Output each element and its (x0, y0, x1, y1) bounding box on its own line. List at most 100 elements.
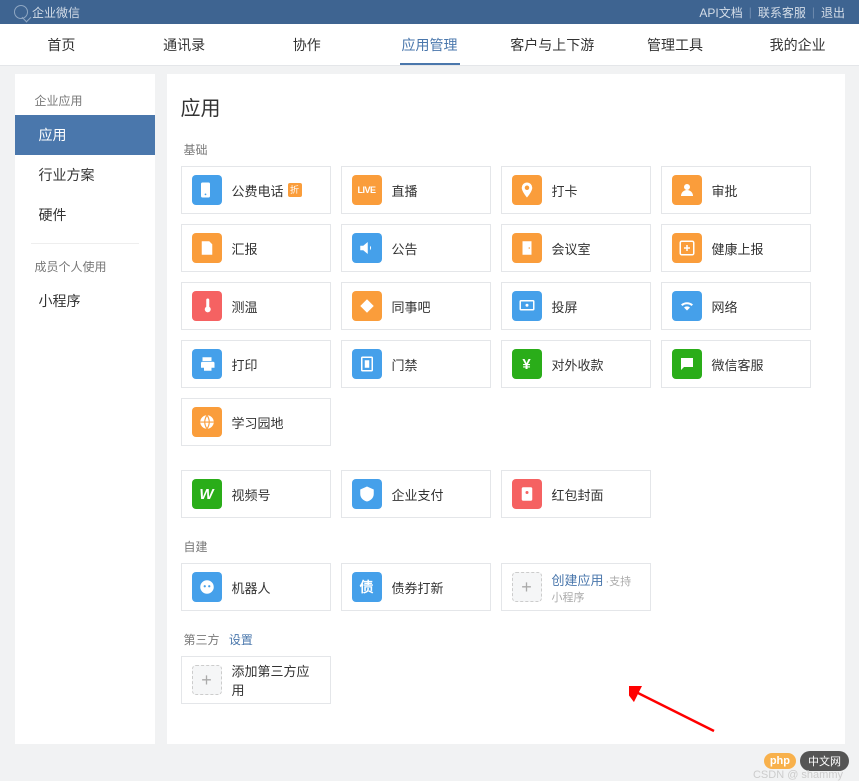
user-icon (672, 175, 702, 205)
nav-tab[interactable]: 协作 (245, 24, 368, 65)
logout-link[interactable]: 退出 (821, 4, 845, 21)
third-config-link[interactable]: 设置 (229, 633, 253, 647)
app-card[interactable]: 测温 (181, 282, 331, 330)
sidebar-item[interactable]: 行业方案 (15, 155, 155, 195)
sidebar-item[interactable]: 应用 (15, 115, 155, 155)
thermo-icon (192, 291, 222, 321)
csdn-credit: CSDN @ shammy (753, 769, 843, 781)
brand: 企业微信 (14, 4, 80, 21)
app-label: 汇报 (232, 239, 258, 258)
separator: | (812, 5, 815, 19)
section-label-third: 第三方 设置 (184, 631, 831, 648)
sidebar-item[interactable]: 小程序 (15, 281, 155, 321)
app-card[interactable]: ¥ 对外收款 (501, 340, 651, 388)
packet-icon (512, 479, 542, 509)
check-icon (352, 479, 382, 509)
nav-tab[interactable]: 首页 (0, 24, 123, 65)
sidebar-item[interactable]: 硬件 (15, 195, 155, 235)
plus-icon: + (192, 665, 222, 695)
app-label: 债券打新 (392, 578, 444, 597)
section-label-basic: 基础 (184, 141, 831, 158)
add-third-party-button[interactable]: + 添加第三方应用 (181, 656, 331, 704)
app-label: 视频号 (232, 485, 271, 504)
section-label-custom: 自建 (184, 538, 831, 555)
yen-icon: ¥ (512, 349, 542, 379)
app-card[interactable]: 学习园地 (181, 398, 331, 446)
app-card[interactable]: W 视频号 (181, 470, 331, 518)
wifi-icon (672, 291, 702, 321)
app-card[interactable]: 企业支付 (341, 470, 491, 518)
plus-icon: + (512, 572, 542, 602)
gate-icon (352, 349, 382, 379)
create-app-button[interactable]: +创建应用·支持小程序 (501, 563, 651, 611)
app-card[interactable]: 公告 (341, 224, 491, 272)
app-card[interactable]: 网络 (661, 282, 811, 330)
main-nav: 首页通讯录协作应用管理客户与上下游管理工具我的企业 (0, 24, 859, 66)
app-card[interactable]: 汇报 (181, 224, 331, 272)
contact-link[interactable]: 联系客服 (758, 4, 806, 21)
watermark: php 中文网 (764, 751, 849, 771)
app-card[interactable]: 审批 (661, 166, 811, 214)
create-app-label: 创建应用 (552, 573, 604, 588)
discount-badge: 折 (288, 183, 302, 197)
app-card[interactable]: 同事吧 (341, 282, 491, 330)
app-label: 微信客服 (712, 355, 764, 374)
app-label: 机器人 (232, 578, 271, 597)
app-label: 测温 (232, 297, 258, 316)
app-card[interactable]: 打印 (181, 340, 331, 388)
app-label: 健康上报 (712, 239, 764, 258)
sidebar-group-title: 成员个人使用 (15, 252, 155, 281)
live-icon: LIVE (352, 175, 382, 205)
horn-icon (352, 233, 382, 263)
separator: | (749, 5, 752, 19)
app-label: 学习园地 (232, 413, 284, 432)
app-card[interactable]: 会议室 (501, 224, 651, 272)
app-card[interactable]: 门禁 (341, 340, 491, 388)
app-label: 打印 (232, 355, 258, 374)
doc-icon (192, 233, 222, 263)
app-card[interactable]: 公费电话折 (181, 166, 331, 214)
brand-text: 企业微信 (32, 4, 80, 21)
robot-icon (192, 572, 222, 602)
nav-tab[interactable]: 通讯录 (123, 24, 246, 65)
add-third-label: 添加第三方应用 (232, 661, 320, 699)
w-icon: W (192, 479, 222, 509)
app-label: 投屏 (552, 297, 578, 316)
app-card[interactable]: 健康上报 (661, 224, 811, 272)
divider (31, 243, 139, 244)
app-card[interactable]: LIVE直播 (341, 166, 491, 214)
app-label: 网络 (712, 297, 738, 316)
nav-tab[interactable]: 管理工具 (614, 24, 737, 65)
screen-icon (512, 291, 542, 321)
pin-icon (512, 175, 542, 205)
plus-icon (672, 233, 702, 263)
nav-tab[interactable]: 客户与上下游 (491, 24, 614, 65)
watermark-badge: php (764, 753, 796, 769)
nav-tab[interactable]: 我的企业 (736, 24, 859, 65)
diamond-icon (352, 291, 382, 321)
app-card[interactable]: 打卡 (501, 166, 651, 214)
page-title: 应用 (181, 92, 831, 121)
app-label: 会议室 (552, 239, 591, 258)
main-content: 应用 基础 公费电话折LIVE直播打卡审批汇报公告会议室健康上报测温同事吧投屏网… (167, 74, 845, 744)
sidebar-group-title: 企业应用 (15, 86, 155, 115)
app-card[interactable]: 债债券打新 (341, 563, 491, 611)
nav-tab[interactable]: 应用管理 (368, 24, 491, 65)
app-card[interactable]: 投屏 (501, 282, 651, 330)
chat-icon (672, 349, 702, 379)
app-card[interactable]: 红包封面 (501, 470, 651, 518)
app-card[interactable]: 微信客服 (661, 340, 811, 388)
app-label: 门禁 (392, 355, 418, 374)
brand-icon (14, 5, 28, 19)
app-card[interactable]: 机器人 (181, 563, 331, 611)
债-icon: 债 (352, 572, 382, 602)
app-label: 公费电话 (232, 181, 284, 200)
app-label: 公告 (392, 239, 418, 258)
print-icon (192, 349, 222, 379)
sidebar: 企业应用 应用行业方案硬件 成员个人使用 小程序 (15, 74, 155, 744)
globe-icon (192, 407, 222, 437)
app-label: 对外收款 (552, 355, 604, 374)
app-label: 审批 (712, 181, 738, 200)
api-docs-link[interactable]: API文档 (699, 4, 742, 21)
app-label: 同事吧 (392, 297, 431, 316)
